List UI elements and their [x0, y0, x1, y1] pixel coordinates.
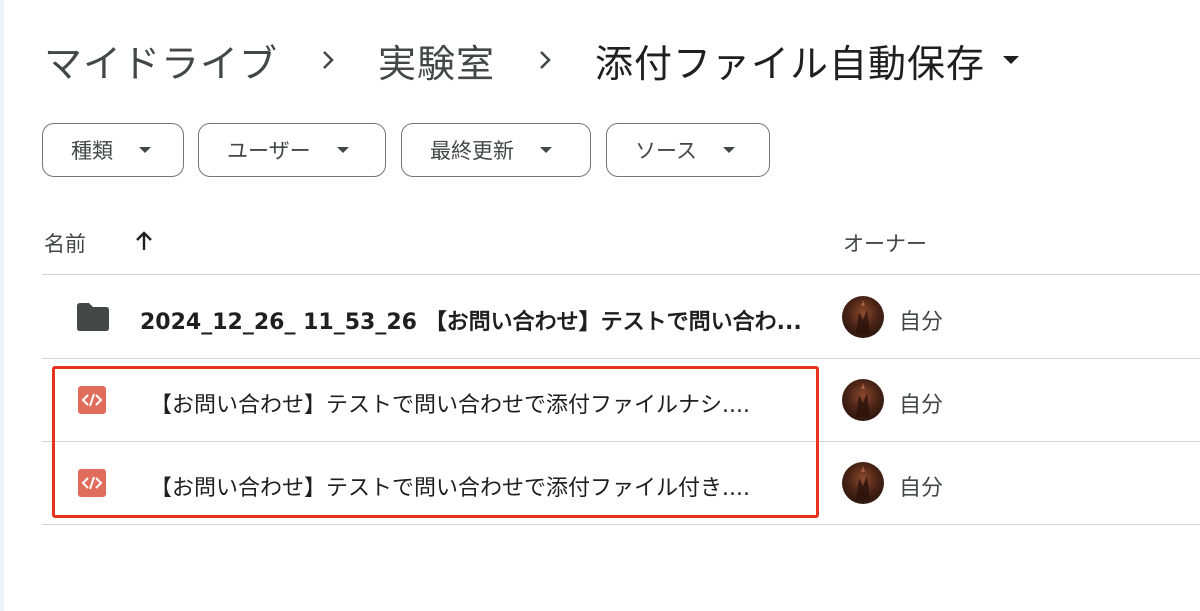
- current-folder-title: 添付ファイル自動保存: [595, 41, 986, 86]
- breadcrumb-item-lab[interactable]: 実験室: [378, 33, 495, 88]
- file-name: 【お問い合わせ】テストで問い合わせで添付ファイルナシ....: [150, 393, 750, 418]
- dropdown-arrow-icon: [139, 147, 151, 153]
- owner-name: 自分: [899, 310, 944, 335]
- file-name: 2024_12_26_ 11_53_26 【お問い合わせ】テストで問い合わ...: [140, 310, 802, 335]
- filter-modified-label: 最終更新: [430, 139, 514, 163]
- chevron-right-icon: [495, 30, 595, 90]
- filter-type-chip[interactable]: 種類: [42, 123, 184, 177]
- dropdown-arrow-icon: [336, 147, 349, 153]
- owner-avatar: [842, 296, 884, 338]
- filter-user-label: ユーザー: [227, 139, 311, 163]
- dropdown-arrow-icon: [1003, 56, 1020, 64]
- table-row-file[interactable]: 【お問い合わせ】テストで問い合わせで添付ファイル付き.... 自分: [42, 442, 1200, 524]
- filter-modified-chip[interactable]: 最終更新: [401, 123, 591, 177]
- dropdown-arrow-icon: [540, 147, 552, 153]
- filter-source-chip[interactable]: ソース: [606, 123, 770, 177]
- filter-user-chip[interactable]: ユーザー: [198, 123, 386, 177]
- column-header-name[interactable]: 名前: [44, 228, 86, 258]
- owner-name: 自分: [899, 393, 944, 418]
- folder-icon: [75, 302, 111, 336]
- sort-ascending-arrow-icon[interactable]: [132, 229, 156, 253]
- table-row-file[interactable]: 【お問い合わせ】テストで問い合わせで添付ファイルナシ.... 自分: [42, 359, 1200, 441]
- file-name: 【お問い合わせ】テストで問い合わせで添付ファイル付き....: [150, 476, 750, 501]
- breadcrumb-current-folder[interactable]: 添付ファイル自動保存: [595, 33, 1020, 88]
- owner-name: 自分: [899, 476, 944, 501]
- filter-source-label: ソース: [635, 139, 697, 163]
- table-row-folder[interactable]: 2024_12_26_ 11_53_26 【お問い合わせ】テストで問い合わ...…: [42, 276, 1200, 358]
- breadcrumb: マイドライブ 実験室 添付ファイル自動保存: [44, 30, 1020, 90]
- owner-avatar: [842, 462, 884, 504]
- code-file-icon: [78, 469, 106, 501]
- dropdown-arrow-icon: [722, 147, 735, 153]
- column-header-owner[interactable]: オーナー: [843, 228, 927, 258]
- header-divider: [42, 274, 1200, 275]
- window-edge: [0, 0, 4, 611]
- row-divider: [42, 524, 1200, 525]
- chevron-right-icon: [278, 30, 378, 90]
- code-file-icon: [78, 386, 106, 418]
- filter-type-label: 種類: [71, 139, 113, 163]
- owner-avatar: [842, 379, 884, 421]
- breadcrumb-item-my-drive[interactable]: マイドライブ: [44, 33, 278, 88]
